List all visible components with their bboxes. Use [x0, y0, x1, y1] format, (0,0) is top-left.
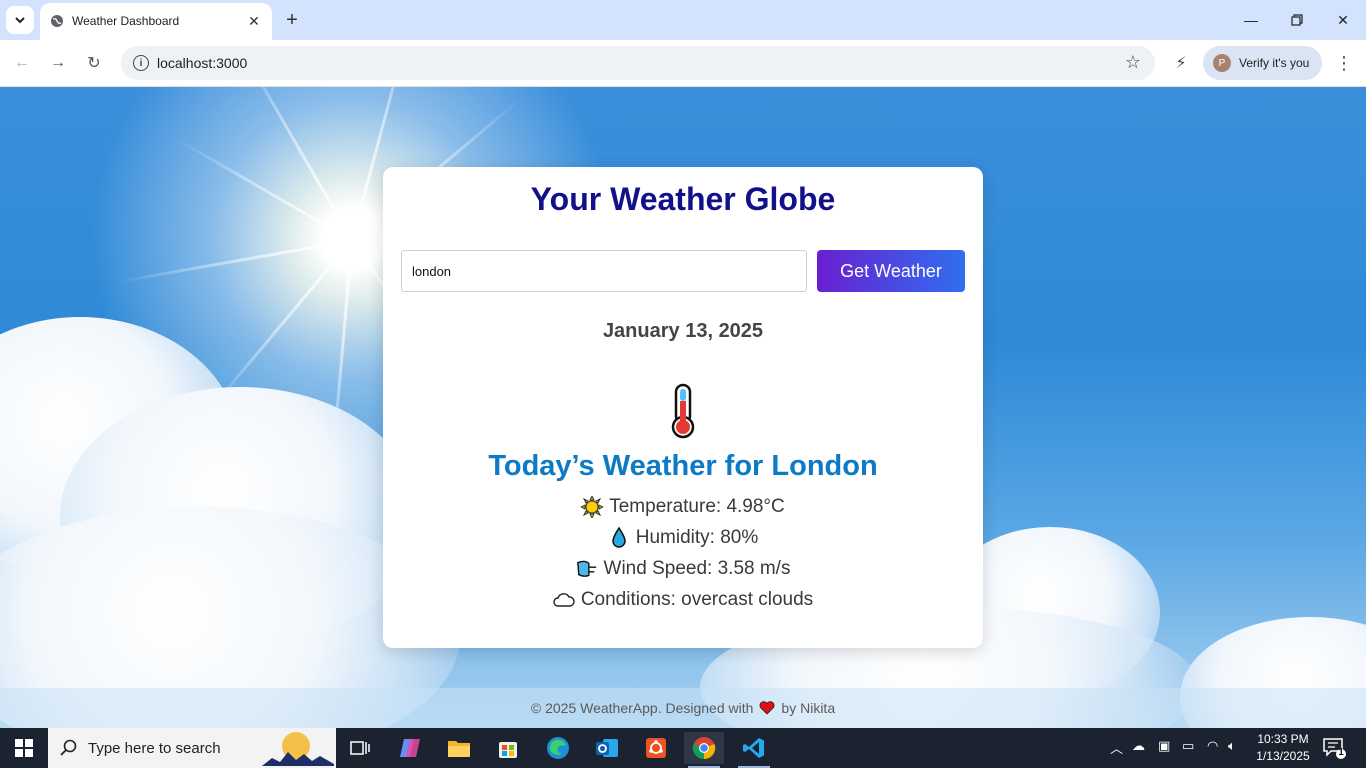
tab-title: Weather Dashboard: [72, 14, 180, 28]
store-app-button[interactable]: [488, 732, 528, 764]
footer-suffix: by Nikita: [781, 700, 836, 716]
chrome-icon: [692, 737, 716, 760]
weather-card: Your Weather Globe Get Weather January 1…: [383, 167, 983, 648]
profile-button[interactable]: P Verify it's you: [1203, 46, 1322, 80]
edge-icon: [547, 737, 569, 759]
task-view-icon: [350, 741, 370, 755]
browser-tab-bar: Weather Dashboard ✕ + — ✕: [0, 0, 1366, 40]
wind-icon: [576, 558, 598, 580]
wind-text: Wind Speed: 3.58 m/s: [603, 558, 791, 579]
sun-icon: [581, 496, 604, 518]
cloud-icon: [553, 589, 575, 611]
close-icon[interactable]: ✕: [245, 12, 263, 30]
windows-logo-icon: [15, 739, 33, 757]
volume-icon[interactable]: 🔈︎: [1228, 738, 1236, 754]
bookmark-star-icon[interactable]: ☆: [1125, 52, 1141, 73]
search-icon: [60, 739, 77, 756]
weather-heading: Today’s Weather for London: [488, 450, 878, 482]
sun-ray: [115, 239, 353, 284]
chrome-app-button[interactable]: [684, 732, 724, 768]
wifi-icon[interactable]: ◠: [1207, 738, 1218, 754]
close-window-button[interactable]: ✕: [1320, 0, 1366, 40]
vscode-icon: [743, 738, 764, 758]
file-explorer-button[interactable]: [439, 732, 479, 764]
onedrive-cloud-icon[interactable]: ☁: [1132, 738, 1145, 754]
url-text[interactable]: localhost:3000: [157, 55, 247, 71]
clock-date: 1/13/2025: [1256, 749, 1310, 763]
ubuntu-app-button[interactable]: [636, 732, 676, 764]
taskbar: Type here to search ︿ ☁ ▣ ▭ ◠ 🔈︎ 10:33 P…: [0, 728, 1366, 768]
current-date: January 13, 2025: [602, 320, 764, 342]
edge-app-button[interactable]: [538, 732, 578, 764]
copilot-icon: [400, 739, 420, 757]
extensions-icon[interactable]: ⚡: [1170, 52, 1192, 74]
notification-center-button[interactable]: 1: [1322, 736, 1346, 760]
sun-ray: [178, 139, 353, 242]
page-background: Your Weather Globe Get Weather January 1…: [0, 87, 1366, 728]
footer-prefix: © 2025 WeatherApp. Designed with: [530, 700, 754, 716]
sun-ray: [230, 87, 354, 242]
task-view-button[interactable]: [340, 732, 380, 764]
start-button[interactable]: [0, 728, 48, 768]
forward-button[interactable]: →: [45, 50, 71, 76]
tab-search-button[interactable]: [6, 6, 34, 34]
outlook-app-button[interactable]: [587, 732, 627, 764]
conditions-text: Conditions: overcast clouds: [580, 589, 814, 610]
browser-tab-active[interactable]: Weather Dashboard ✕: [40, 3, 272, 40]
conditions-row: Conditions: overcast clouds: [383, 589, 983, 611]
page-title: Your Weather Globe: [530, 181, 836, 217]
browser-toolbar: ← → ↻ i localhost:3000 ☆ ⚡ P Verify it's…: [0, 40, 1366, 87]
humidity-text: Humidity: 80%: [635, 527, 759, 548]
wind-row: Wind Speed: 3.58 m/s: [383, 558, 983, 580]
city-search-input[interactable]: [401, 250, 807, 292]
back-button[interactable]: ←: [9, 50, 35, 76]
vscode-app-button[interactable]: [734, 732, 774, 768]
meet-now-icon[interactable]: ▣: [1158, 738, 1170, 754]
battery-icon[interactable]: ▭: [1182, 738, 1194, 754]
chevron-down-icon: [15, 17, 25, 24]
site-info-icon[interactable]: i: [133, 55, 149, 71]
copilot-app-button[interactable]: [390, 732, 430, 764]
taskbar-search-box[interactable]: Type here to search: [48, 728, 336, 768]
menu-kebab-icon[interactable]: ⋮: [1334, 52, 1354, 74]
outlook-icon: [596, 739, 618, 757]
ubuntu-icon: [646, 738, 666, 758]
clock-time: 10:33 PM: [1257, 732, 1309, 746]
folder-icon: [448, 741, 470, 757]
system-clock[interactable]: 10:33 PM 1/13/2025: [1248, 731, 1318, 765]
reload-button[interactable]: ↻: [81, 50, 107, 76]
temperature-text: Temperature: 4.98°C: [609, 496, 785, 517]
notification-count: 1: [1338, 747, 1344, 758]
globe-icon: [51, 15, 63, 27]
search-placeholder: Type here to search: [88, 740, 221, 757]
heart-icon: [760, 701, 775, 715]
restore-icon: [1291, 14, 1303, 26]
temperature-row: Temperature: 4.98°C: [383, 496, 983, 518]
store-icon: [499, 742, 517, 758]
avatar: P: [1213, 54, 1231, 72]
humidity-row: Humidity: 80%: [383, 527, 983, 549]
restore-button[interactable]: [1274, 0, 1320, 40]
droplet-icon: [608, 527, 630, 549]
minimize-button[interactable]: —: [1228, 0, 1274, 40]
footer: © 2025 WeatherApp. Designed with by Niki…: [0, 688, 1366, 728]
new-tab-button[interactable]: +: [282, 9, 302, 31]
search-highlight-moon-icon: [262, 732, 334, 766]
address-bar[interactable]: i localhost:3000 ☆: [121, 46, 1155, 80]
thermometer-icon: [671, 383, 695, 439]
show-hidden-icons-chevron-icon[interactable]: ︿: [1110, 738, 1123, 757]
get-weather-button[interactable]: Get Weather: [817, 250, 965, 292]
profile-label: Verify it's you: [1239, 56, 1310, 70]
